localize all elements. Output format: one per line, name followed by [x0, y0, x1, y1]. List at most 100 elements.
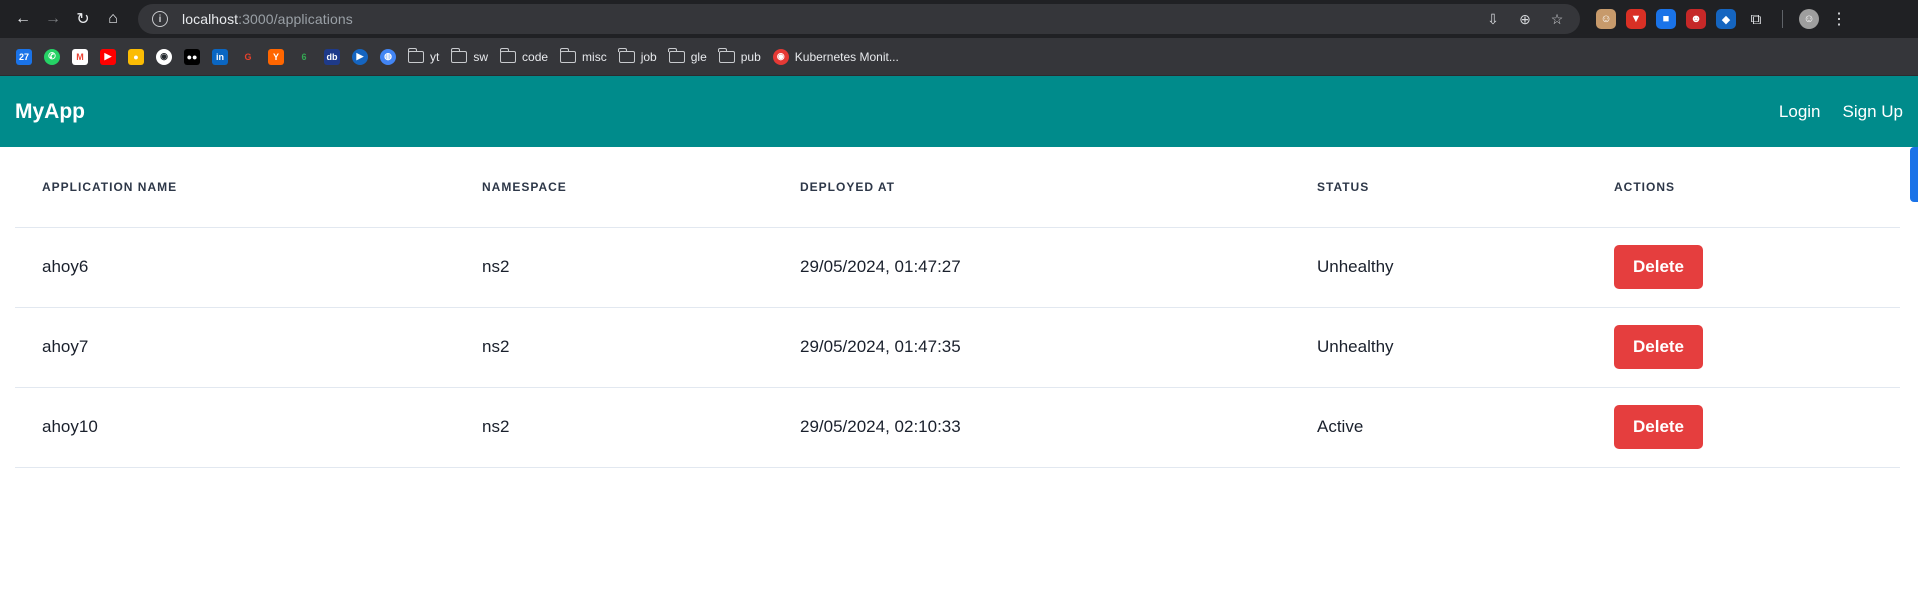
- toolbar-separator: [1782, 10, 1783, 28]
- bookmark-folder-misc[interactable]: misc: [554, 44, 613, 70]
- extension-shield-icon[interactable]: ◆: [1716, 9, 1736, 29]
- db-icon: db: [324, 48, 340, 65]
- site-info-icon[interactable]: i: [152, 11, 168, 27]
- delete-button[interactable]: Delete: [1614, 405, 1703, 449]
- cell-namespace: ns2: [455, 387, 773, 468]
- bookmark-keep[interactable]: ●: [122, 44, 150, 70]
- app-navbar: MyApp Login Sign Up: [0, 76, 1918, 147]
- column-header-actions: Actions: [1587, 147, 1900, 228]
- delete-button[interactable]: Delete: [1614, 245, 1703, 289]
- applications-content: Application Name Namespace Deployed At S…: [0, 147, 1918, 468]
- cell-app-name: ahoy6: [15, 227, 455, 308]
- extension-red-icon[interactable]: ▼: [1626, 9, 1646, 29]
- folder-label: gle: [690, 49, 707, 64]
- scrollbar-thumb[interactable]: [1910, 147, 1918, 202]
- extension-avatar-icon[interactable]: ☺: [1596, 9, 1616, 29]
- table-row: ahoy6 ns2 29/05/2024, 01:47:27 Unhealthy…: [15, 227, 1900, 308]
- extension-blue-icon[interactable]: ■: [1656, 9, 1676, 29]
- cell-namespace: ns2: [455, 227, 773, 308]
- app-brand[interactable]: MyApp: [15, 100, 85, 124]
- folder-icon: [499, 47, 517, 63]
- calendar-icon: 27: [16, 48, 32, 65]
- signup-link[interactable]: Sign Up: [1843, 102, 1903, 122]
- bookmarks-bar: 27 ✆ M ▶ ● ◉ ●● in G Y 6 db ▶ ◍ yt sw co…: [0, 38, 1918, 76]
- bookmark-folder-code[interactable]: code: [494, 44, 554, 70]
- bookmark-folder-pub[interactable]: pub: [713, 44, 767, 70]
- bookmark-star-icon[interactable]: ☆: [1548, 10, 1566, 28]
- bookmark-label: Kubernetes Monit...: [794, 49, 899, 64]
- folder-icon: [450, 47, 468, 63]
- login-link[interactable]: Login: [1779, 102, 1821, 122]
- bookmark-calendar[interactable]: 27: [10, 44, 38, 70]
- browser-menu-icon[interactable]: ⋮: [1829, 9, 1849, 29]
- bookmark-folder-yt[interactable]: yt: [402, 44, 445, 70]
- folder-label: job: [640, 49, 657, 64]
- bookmark-hackernews[interactable]: Y: [262, 44, 290, 70]
- bookmark-play[interactable]: ▶: [346, 44, 374, 70]
- table-header-row: Application Name Namespace Deployed At S…: [15, 147, 1900, 228]
- cell-actions: Delete: [1587, 387, 1900, 468]
- url-text[interactable]: localhost:3000/applications: [182, 11, 353, 27]
- profile-avatar-icon[interactable]: ☺: [1799, 9, 1819, 29]
- folder-icon: [718, 47, 735, 63]
- cell-namespace: ns2: [455, 307, 773, 388]
- table-row: ahoy7 ns2 29/05/2024, 01:47:35 Unhealthy…: [15, 307, 1900, 388]
- reload-icon[interactable]: ↻: [68, 4, 98, 34]
- table-row: ahoy10 ns2 29/05/2024, 02:10:33 Active D…: [15, 387, 1900, 468]
- bookmark-medium[interactable]: ●●: [178, 44, 206, 70]
- url-path: :3000/applications: [238, 11, 353, 27]
- cell-status: Unhealthy: [1290, 227, 1587, 308]
- bookmark-youtube[interactable]: ▶: [94, 44, 122, 70]
- bookmark-globe[interactable]: ◍: [374, 44, 402, 70]
- bookmark-codeforces[interactable]: G: [234, 44, 262, 70]
- folder-label: yt: [430, 49, 440, 64]
- keep-icon: ●: [128, 48, 144, 65]
- cell-deployed-at: 29/05/2024, 01:47:27: [773, 227, 1290, 308]
- folder-label: sw: [473, 49, 489, 64]
- bookmark-gmail[interactable]: M: [66, 44, 94, 70]
- bookmark-leaf[interactable]: 6: [290, 44, 318, 70]
- bookmark-github[interactable]: ◉: [150, 44, 178, 70]
- medium-icon: ●●: [184, 48, 200, 65]
- folder-label: misc: [582, 49, 607, 64]
- whatsapp-icon: ✆: [44, 48, 60, 65]
- back-arrow-icon[interactable]: ←: [8, 4, 38, 34]
- cell-app-name: ahoy7: [15, 307, 455, 388]
- cell-deployed-at: 29/05/2024, 02:10:33: [773, 387, 1290, 468]
- play-icon: ▶: [352, 48, 368, 65]
- bookmark-folder-job[interactable]: job: [613, 44, 663, 70]
- kubernetes-monitor-icon: ◉: [772, 48, 789, 65]
- forward-arrow-icon[interactable]: →: [38, 4, 68, 34]
- folder-icon: [618, 47, 635, 63]
- home-icon[interactable]: ⌂: [98, 4, 128, 34]
- linkedin-icon: in: [212, 48, 228, 65]
- address-bar[interactable]: i localhost:3000/applications ⇩ ⊕ ☆: [138, 4, 1580, 34]
- install-app-icon[interactable]: ⇩: [1484, 10, 1502, 28]
- folder-label: pub: [740, 49, 761, 64]
- globe-icon: ◍: [380, 48, 396, 65]
- codeforces-icon: G: [244, 51, 252, 62]
- bookmark-folder-sw[interactable]: sw: [445, 44, 494, 70]
- cell-app-name: ahoy10: [15, 387, 455, 468]
- gmail-icon: M: [72, 48, 88, 65]
- column-header-namespace: Namespace: [455, 147, 773, 228]
- zoom-icon[interactable]: ⊕: [1516, 10, 1534, 28]
- bookmark-folder-gle[interactable]: gle: [663, 44, 713, 70]
- delete-button[interactable]: Delete: [1614, 325, 1703, 369]
- browser-toolbar: ← → ↻ ⌂ i localhost:3000/applications ⇩ …: [0, 0, 1918, 38]
- applications-table: Application Name Namespace Deployed At S…: [15, 147, 1900, 468]
- bookmark-kubernetes[interactable]: ◉ Kubernetes Monit...: [767, 44, 905, 70]
- cell-deployed-at: 29/05/2024, 01:47:35: [773, 307, 1290, 388]
- bookmark-db[interactable]: db: [318, 44, 346, 70]
- extensions-puzzle-icon[interactable]: ⧉: [1746, 9, 1766, 29]
- cell-status: Unhealthy: [1290, 307, 1587, 388]
- hackernews-icon: Y: [268, 48, 284, 65]
- folder-icon: [668, 47, 685, 63]
- column-header-name: Application Name: [15, 147, 455, 228]
- bookmark-linkedin[interactable]: in: [206, 44, 234, 70]
- github-icon: ◉: [156, 48, 172, 65]
- folder-icon: [407, 47, 424, 63]
- url-host: localhost: [182, 11, 239, 27]
- extension-devil-icon[interactable]: ☻: [1686, 9, 1706, 29]
- bookmark-whatsapp[interactable]: ✆: [38, 44, 66, 70]
